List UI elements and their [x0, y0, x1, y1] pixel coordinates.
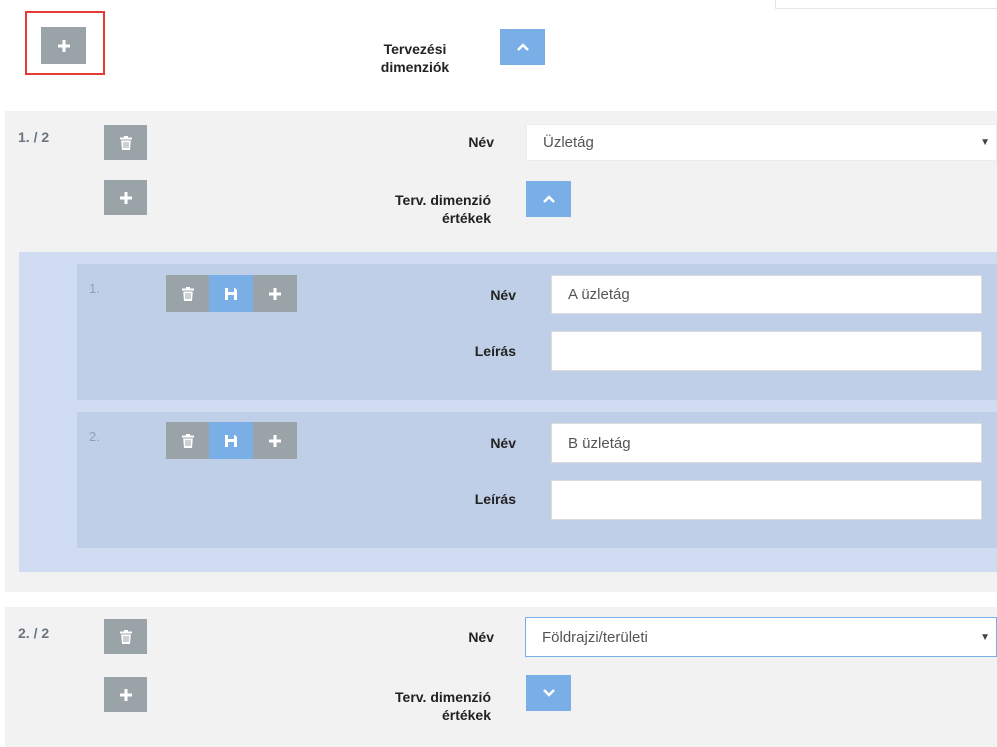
value-name-text: A üzletág [568, 286, 630, 303]
dimension-index: 1. / 2 [18, 129, 50, 145]
plus-icon [269, 435, 281, 447]
chevron-up-icon [543, 195, 555, 203]
plus-icon [58, 40, 70, 52]
floppy-icon [225, 435, 237, 447]
add-subvalue-button[interactable] [253, 422, 297, 459]
delete-value-button[interactable] [166, 422, 209, 459]
value-description-label: Leírás [474, 343, 516, 359]
value-name-input[interactable]: A üzletág [551, 275, 982, 314]
trash-icon [182, 434, 194, 448]
value-index: 1. [89, 281, 100, 296]
save-value-button[interactable] [209, 422, 253, 459]
delete-dimension-button[interactable] [104, 125, 147, 160]
value-index: 2. [89, 429, 100, 444]
chevron-down-icon [543, 689, 555, 697]
dimension-name-label: Név [468, 629, 494, 645]
value-name-input[interactable]: B üzletág [551, 423, 982, 463]
add-dimension-button[interactable] [41, 27, 86, 64]
delete-dimension-button[interactable] [104, 619, 147, 654]
value-name-text: B üzletág [568, 434, 631, 452]
dimension-name-label: Név [468, 134, 494, 150]
collapse-dimensions-button[interactable] [500, 29, 545, 65]
value-name-label: Név [490, 435, 516, 451]
plus-icon [269, 288, 281, 300]
value-description-label: Leírás [474, 491, 516, 507]
floppy-icon [225, 288, 237, 300]
chevron-up-icon [517, 43, 529, 51]
add-value-button[interactable] [104, 677, 147, 712]
add-value-button[interactable] [104, 180, 147, 215]
trash-icon [120, 630, 132, 644]
dropdown-caret-icon: ▼ [980, 137, 990, 148]
trash-icon [120, 136, 132, 150]
value-name-label: Név [490, 287, 516, 303]
add-subvalue-button[interactable] [253, 275, 297, 312]
dimension-name-value: Üzletág [543, 134, 594, 151]
top-search-box-edge [775, 0, 997, 9]
value-description-input[interactable] [551, 331, 982, 371]
expand-values-button[interactable] [526, 675, 571, 711]
delete-value-button[interactable] [166, 275, 209, 312]
value-description-input[interactable] [551, 480, 982, 520]
trash-icon [182, 287, 194, 301]
plus-icon [120, 689, 132, 701]
dimension-name-value: Földrajzi/területi [542, 628, 648, 646]
page-title: Tervezési dimenziók [380, 41, 450, 75]
plus-icon [120, 192, 132, 204]
dimension-name-select[interactable]: Földrajzi/területi ▼ [525, 617, 997, 657]
dropdown-caret-icon: ▼ [980, 631, 990, 643]
dimension-name-select[interactable]: Üzletág ▼ [526, 124, 997, 161]
dimension-values-label: Terv. dimenzió értékek [395, 192, 491, 226]
dimension-values-label: Terv. dimenzió értékek [395, 689, 491, 723]
dimension-index: 2. / 2 [18, 625, 50, 641]
save-value-button[interactable] [209, 275, 253, 312]
collapse-values-button[interactable] [526, 181, 571, 217]
